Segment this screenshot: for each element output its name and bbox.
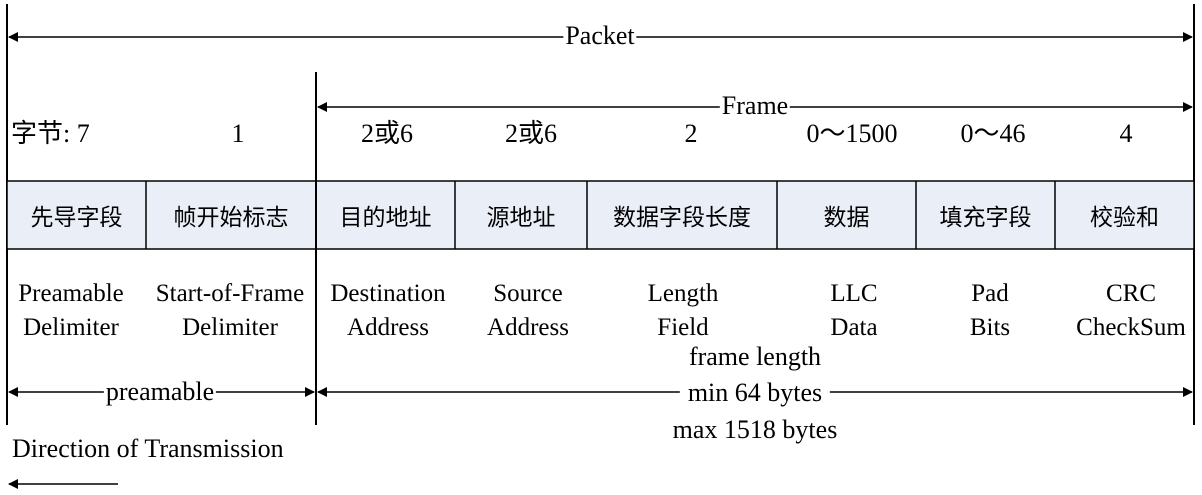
byte-count: 0～46 (960, 119, 1026, 148)
field-en-crc: CRC CheckSum (1076, 280, 1186, 341)
frame-length-label: frame length (688, 342, 822, 371)
field-cell-sfd: 帧开始标志 (173, 205, 289, 231)
field-en-length: Length Field (647, 280, 719, 341)
field-cell-length: 数据字段长度 (613, 205, 751, 231)
byte-count: 2或6 (504, 119, 558, 148)
field-cell-data: 数据 (823, 205, 870, 231)
preamble-label: preamable (103, 377, 217, 406)
field-en-destination: Destination Address (330, 280, 446, 341)
bytes-prefix-label: 字节: 7 (11, 119, 90, 148)
byte-count: 2或6 (360, 119, 414, 148)
frame-length-max: max 1518 bytes (672, 415, 838, 444)
frame-length-min: min 64 bytes (679, 379, 831, 407)
field-cell-preamble: 先导字段 (30, 205, 123, 231)
byte-count: 0～1500 (806, 119, 898, 148)
packet-label: Packet (563, 21, 637, 50)
byte-count: 4 (1119, 119, 1133, 148)
byte-count: 1 (231, 119, 245, 148)
direction-label: Direction of Transmission (12, 434, 284, 463)
field-en-source: Source Address (487, 280, 569, 341)
field-en-preamble: Preamable Delimiter (18, 280, 124, 341)
frame-label: Frame (719, 91, 791, 120)
field-cell-pad: 填充字段 (939, 205, 1032, 231)
field-en-pad: Pad Bits (969, 280, 1011, 341)
field-en-data: LLC Data (830, 280, 878, 341)
field-en-sfd: Start-of-Frame Delimiter (155, 280, 305, 341)
field-cell-destination: 目的地址 (339, 205, 432, 231)
byte-count: 2 (684, 119, 698, 148)
ethernet-frame-diagram: Packet Frame 字节: 7 1 2或6 2或6 2 0～1500 0～… (0, 0, 1202, 495)
field-cell-source: 源地址 (486, 205, 556, 231)
field-cell-crc: 校验和 (1090, 205, 1159, 231)
